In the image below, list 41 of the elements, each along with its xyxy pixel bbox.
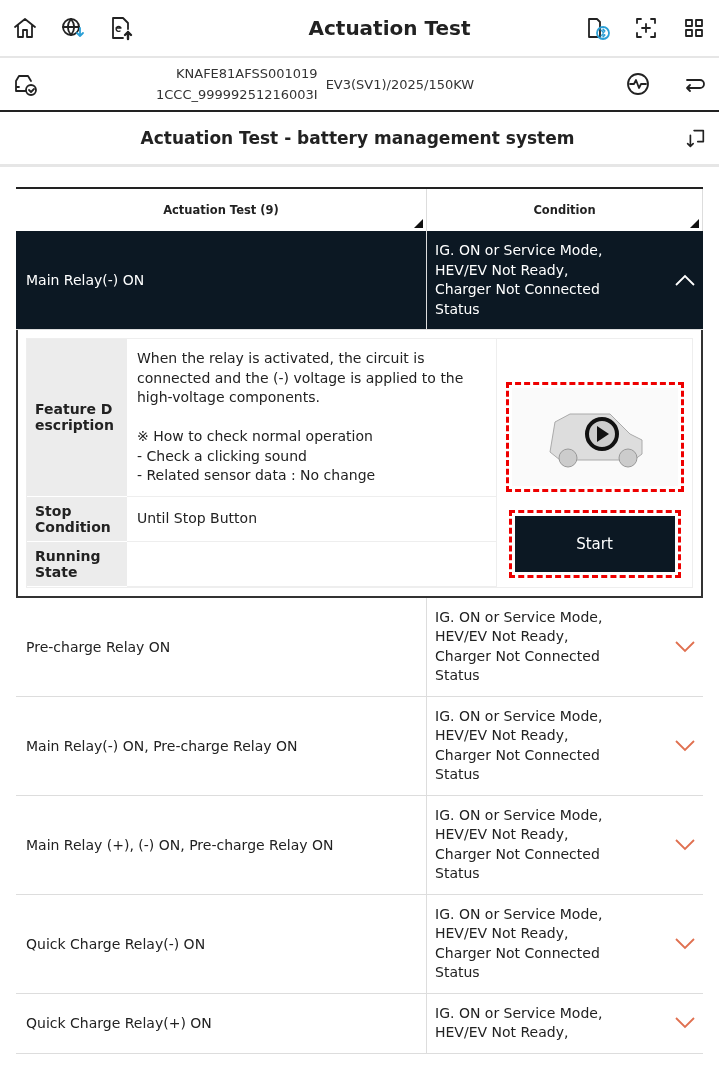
test-name: Quick Charge Relay(+) ON <box>26 1015 212 1031</box>
test-row[interactable]: Main Relay (+), (-) ON, Pre-charge Relay ON IG. ON or Service Mode, HEV/EV Not Ready, Charger Not Connected Status <box>16 795 703 895</box>
screen-add-icon[interactable] <box>633 15 659 41</box>
test-row[interactable]: Pre-charge Relay ON IG. ON or Service Mode, HEV/EV Not Ready, Charger Not Connected Status <box>16 597 703 697</box>
condition-text: IG. ON or Service Mode, HEV/EV Not Ready, <box>435 1003 604 1042</box>
condition-text: IG. ON or Service Mode, HEV/EV Not Ready, Charger Not Connected Status <box>435 904 604 982</box>
field-label: Stop Condition <box>27 496 127 542</box>
test-name: Main Relay(-) ON, Pre-charge Relay ON <box>26 737 298 754</box>
test-row[interactable]: Main Relay(-) ON, Pre-charge Relay ON IG. ON or Service Mode, HEV/EV Not Ready, Charger Not Connected Status <box>16 696 703 796</box>
test-row[interactable]: Main Relay(-) ON IG. ON or Service Mode, HEV/EV Not Ready, Charger Not Connected Status <box>16 231 703 330</box>
sort-triangle-icon <box>414 219 423 228</box>
condition-text: IG. ON or Service Mode, HEV/EV Not Ready, Charger Not Connected Status <box>435 607 604 685</box>
test-name: Quick Charge Relay(-) ON <box>26 935 206 952</box>
condition-text: IG. ON or Service Mode, HEV/EV Not Ready, Charger Not Connected Status <box>435 805 604 883</box>
test-name: Main Relay (+), (-) ON, Pre-charge Relay ON <box>26 836 334 853</box>
start-button[interactable]: Start <box>514 516 675 572</box>
test-name: Main Relay(-) ON <box>26 272 145 288</box>
field-value: Until Stop Button <box>137 508 257 528</box>
condition-text: IG. ON or Service Mode, HEV/EV Not Ready, Charger Not Connected Status <box>435 706 604 784</box>
chevron-down-icon[interactable] <box>675 739 695 752</box>
chevron-up-icon[interactable] <box>675 274 695 286</box>
home-icon[interactable] <box>12 15 38 41</box>
field-label: Running State <box>27 541 127 587</box>
chevron-down-icon[interactable] <box>675 640 695 653</box>
sort-triangle-icon <box>690 219 699 228</box>
vin-text: KNAFE81AFSS001019 <box>176 65 318 83</box>
field-label: Feature D escription <box>27 339 127 497</box>
vehicle-code: 1CCC_99999251216003I <box>156 86 318 104</box>
chevron-down-icon[interactable] <box>675 1017 695 1029</box>
page-title: Actuation Test - battery management system <box>139 128 576 148</box>
field-value: When the relay is activated, the circuit is connected and the (-) voltage is applied to the high-voltage components. ※ How to check normal operation - Check a clicking sound - Related sensor data : No change <box>137 349 465 485</box>
vehicle-model: EV3(SV1)/2025/150KW <box>325 76 476 92</box>
app-title: Actuation Test <box>307 16 472 40</box>
chevron-down-icon[interactable] <box>675 937 695 950</box>
video-thumbnail[interactable] <box>511 388 678 486</box>
test-name: Pre-charge Relay ON <box>26 638 171 655</box>
test-row[interactable]: Quick Charge Relay(-) ON IG. ON or Service Mode, HEV/EV Not Ready, Charger Not Connected Status <box>16 894 703 994</box>
chevron-down-icon[interactable] <box>675 838 695 851</box>
sd-card-bluetooth-icon[interactable] <box>585 15 611 41</box>
test-row[interactable]: Quick Charge Relay(+) ON IG. ON or Service Mode, HEV/EV Not Ready, <box>16 993 703 1054</box>
condition-text: IG. ON or Service Mode, HEV/EV Not Ready, Charger Not Connected Status <box>435 241 604 319</box>
